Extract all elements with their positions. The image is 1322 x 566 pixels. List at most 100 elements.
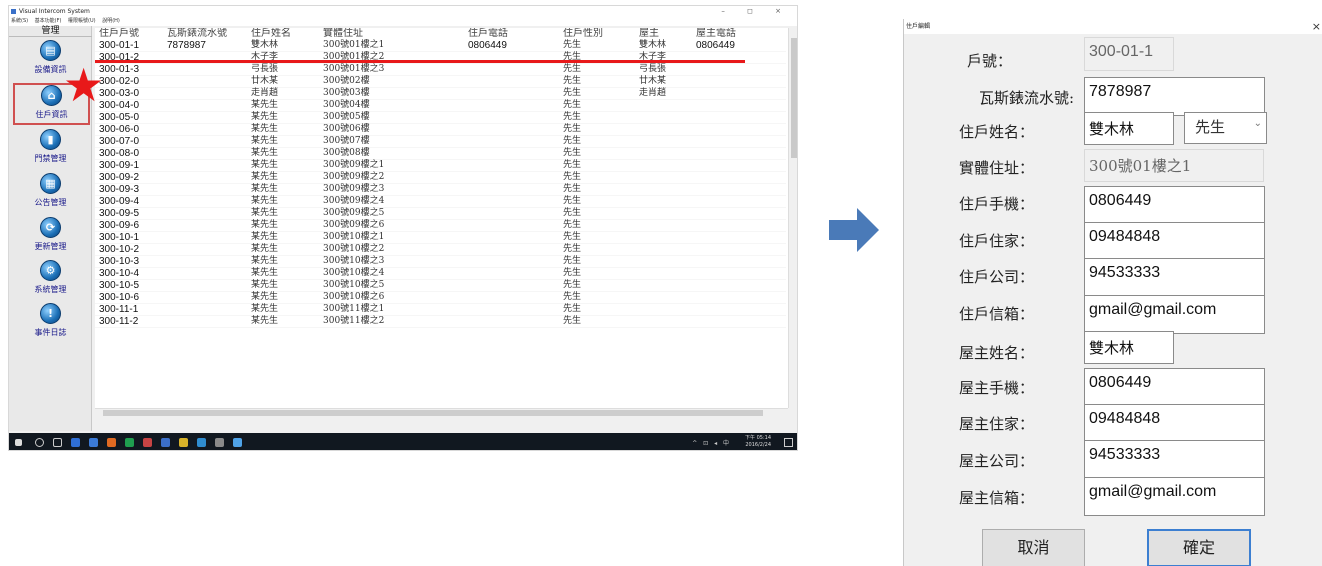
col-resident-name[interactable]: 住戶姓名 (251, 28, 323, 40)
table-row[interactable]: 300-03-0 走肖趙 300號03樓 先生 走肖趙 (95, 87, 786, 100)
table-row[interactable]: 300-11-2 某先生 300號11樓之2 先生 (95, 315, 786, 328)
taskbar-app-icon[interactable] (71, 438, 80, 447)
table-cell: 雙木林 (639, 40, 696, 52)
table-cell: 300號10樓之2 (323, 243, 468, 256)
table-row[interactable]: 300-09-6 某先生 300號09樓之6 先生 (95, 219, 786, 232)
owner-mobile-field[interactable]: 0806449 (1084, 368, 1265, 407)
col-resident-phone[interactable]: 住戶電話 (468, 28, 563, 40)
horizontal-scroll-thumb[interactable] (103, 410, 763, 416)
table-row[interactable]: 300-10-3 某先生 300號10樓之3 先生 (95, 255, 786, 268)
table-row[interactable]: 300-09-2 某先生 300號09樓之2 先生 (95, 171, 786, 184)
table-cell (639, 111, 696, 124)
taskbar-app-icon[interactable] (107, 438, 116, 447)
vertical-scrollbar[interactable] (788, 28, 797, 408)
table-row[interactable]: 300-01-3 弓長張 300號01樓之3 先生 弓長張 (95, 63, 786, 76)
gas-meter-field[interactable]: 7878987 (1084, 77, 1265, 116)
table-row[interactable]: 300-09-1 某先生 300號09樓之1 先生 (95, 159, 786, 172)
table-row[interactable]: 300-10-6 某先生 300號10樓之6 先生 (95, 291, 786, 304)
owner-office-field[interactable]: 94533333 (1084, 440, 1265, 479)
gas-meter-label: 瓦斯錶流水號: (978, 89, 1074, 107)
start-icon[interactable] (15, 439, 22, 446)
table-row[interactable]: 300-10-1 某先生 300號10樓之1 先生 (95, 231, 786, 244)
table-row[interactable]: 300-10-4 某先生 300號10樓之4 先生 (95, 267, 786, 280)
sidebar-item-6[interactable]: ! 事件日誌 (9, 303, 92, 347)
table-row[interactable]: 300-08-0 某先生 300號08樓 先生 (95, 147, 786, 160)
resident-mobile-field[interactable]: 0806449 (1084, 186, 1265, 225)
sidebar-item-4[interactable]: ⟳ 更新管理 (9, 217, 92, 261)
menu-accounts[interactable]: 權限帳號(U) (68, 18, 96, 24)
table-cell: 弓長張 (639, 63, 696, 76)
table-cell: 某先生 (251, 171, 323, 184)
sidebar-item-2[interactable]: ▮ 門禁管理 (9, 129, 92, 173)
app-title: Visual Intercom System (19, 8, 90, 15)
table-row[interactable]: 300-11-1 某先生 300號11樓之1 先生 (95, 303, 786, 316)
taskbar-app-icon[interactable] (143, 438, 152, 447)
taskbar-app-icon[interactable] (161, 438, 170, 447)
col-gender[interactable]: 住戶性別 (563, 28, 639, 40)
table-cell: 某先生 (251, 147, 323, 160)
table-cell: 某先生 (251, 123, 323, 136)
table-row[interactable]: 300-06-0 某先生 300號06樓 先生 (95, 123, 786, 136)
table-cell: 0806449 (468, 40, 563, 52)
resident-office-field[interactable]: 94533333 (1084, 258, 1265, 297)
sidebar-item-label: 系統管理 (34, 285, 67, 294)
table-row[interactable]: 300-02-0 廿木某 300號02樓 先生 廿木某 (95, 75, 786, 88)
cancel-button[interactable]: 取消 (982, 529, 1085, 566)
close-icon[interactable]: × (1312, 19, 1321, 34)
vertical-scroll-thumb[interactable] (791, 38, 797, 158)
table-cell (468, 159, 563, 172)
table-row[interactable]: 300-05-0 某先生 300號05樓 先生 (95, 111, 786, 124)
col-owner[interactable]: 屋主 (639, 28, 696, 40)
sidebar-item-3[interactable]: ▦ 公告管理 (9, 173, 92, 217)
search-icon[interactable] (35, 438, 44, 447)
table-row[interactable]: 300-07-0 某先生 300號07樓 先生 (95, 135, 786, 148)
table-cell: 300號10樓之1 (323, 231, 468, 244)
system-tray[interactable]: ^ ⊡ ◂ 中 (692, 438, 731, 447)
col-gas-meter[interactable]: 瓦斯錶流水號 (167, 28, 251, 40)
window-controls[interactable]: – ◻ × (721, 6, 791, 17)
table-row[interactable]: 300-09-5 某先生 300號09樓之5 先生 (95, 207, 786, 220)
task-view-icon[interactable] (53, 438, 62, 447)
menu-system[interactable]: 系統(S) (11, 18, 28, 24)
table-cell (167, 183, 251, 196)
taskbar-app-icon[interactable] (89, 438, 98, 447)
table-row[interactable]: 300-09-3 某先生 300號09樓之3 先生 (95, 183, 786, 196)
col-owner-phone[interactable]: 屋主電話 (696, 28, 786, 40)
table-cell: 某先生 (251, 219, 323, 232)
menu-basic[interactable]: 基本功能(F) (35, 18, 62, 24)
notice-icon: ▦ (40, 173, 61, 194)
taskbar-app-icon[interactable] (125, 438, 134, 447)
table-cell: 某先生 (251, 231, 323, 244)
dialog-title: 住戶編輯 (906, 23, 931, 30)
table-row[interactable]: 300-04-0 某先生 300號04樓 先生 (95, 99, 786, 112)
horizontal-scrollbar[interactable] (95, 408, 788, 416)
sidebar-item-5[interactable]: ⚙ 系統管理 (9, 260, 92, 304)
sidebar-header: 管理 (9, 26, 92, 37)
taskbar-app-icon[interactable] (179, 438, 188, 447)
col-unit-no[interactable]: 住戶戶號 (95, 28, 167, 40)
gender-select[interactable]: 先生 ⌄ (1184, 112, 1267, 144)
table-row[interactable]: 300-10-2 某先生 300號10樓之2 先生 (95, 243, 786, 256)
table-row[interactable]: 300-01-1 7878987 雙木林 300號01樓之1 0806449 先生 雙木林 0… (95, 40, 786, 52)
col-address[interactable]: 實體住址 (323, 28, 468, 40)
confirm-button[interactable]: 確定 (1147, 529, 1251, 566)
taskbar-app-icon[interactable] (233, 438, 242, 447)
table-cell (696, 243, 786, 256)
table-cell: 300-11-2 (95, 315, 167, 328)
resident-home-field[interactable]: 09484848 (1084, 222, 1265, 261)
owner-home-field[interactable]: 09484848 (1084, 404, 1265, 443)
table-cell (468, 255, 563, 268)
table-row[interactable]: 300-09-4 某先生 300號09樓之4 先生 (95, 195, 786, 208)
menu-help[interactable]: 說明(H) (102, 18, 120, 24)
table-cell: 先生 (563, 75, 639, 88)
resident-name-field[interactable]: 雙木林 (1084, 112, 1174, 145)
owner-email-field[interactable]: gmail@gmail.com (1084, 477, 1265, 516)
notification-icon[interactable] (784, 438, 793, 447)
resident-email-field[interactable]: gmail@gmail.com (1084, 295, 1265, 334)
owner-name-field[interactable]: 雙木林 (1084, 331, 1174, 364)
taskbar-clock[interactable]: 下午 05:14 2016/2/24 (745, 435, 771, 449)
taskbar-app-icon[interactable] (197, 438, 206, 447)
table-cell: 300號10樓之5 (323, 279, 468, 292)
table-row[interactable]: 300-10-5 某先生 300號10樓之5 先生 (95, 279, 786, 292)
taskbar-app-icon[interactable] (215, 438, 224, 447)
